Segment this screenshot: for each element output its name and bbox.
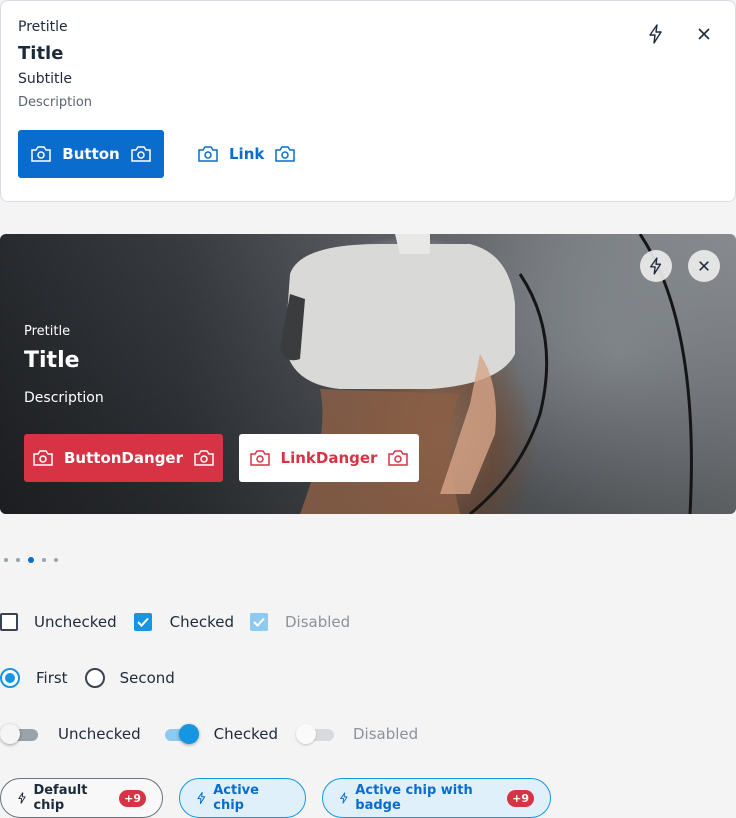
primary-button[interactable]: Button [18,130,164,178]
chip-default[interactable]: Default chip +9 [0,778,163,818]
lightning-icon [18,792,26,804]
card-subtitle: Subtitle [18,71,73,87]
lightning-button[interactable] [640,250,672,282]
lightning-icon [650,257,662,275]
card-pretitle: Pretitle [24,324,71,339]
chip-badge: +9 [507,789,534,807]
pagination-dot[interactable] [4,558,8,562]
camera-icon [198,146,218,162]
switch-thumb [295,724,316,744]
switch-disabled [295,724,334,744]
camera-icon [33,450,53,466]
radio-first[interactable] [0,668,20,688]
switch-label: Unchecked [58,725,141,743]
radio-second[interactable] [84,668,105,688]
camera-icon [31,146,52,162]
switch-group: Unchecked Checked Disabled [0,724,418,744]
card-title: Title [18,43,64,64]
switch-label: Checked [213,725,278,743]
radio-group: First Second [0,668,175,688]
switch-checked[interactable] [161,724,199,744]
info-card: Pretitle Title Subtitle Description Butt… [0,0,736,202]
camera-icon [130,146,151,162]
card-title: Title [24,348,80,373]
close-icon [699,261,709,271]
chip-label: Active chip with badge [355,783,473,813]
danger-link-label: LinkDanger [280,449,378,467]
camera-icon [388,450,409,466]
radio-label: Second [119,669,175,687]
chip-active[interactable]: Active chip [179,778,306,818]
image-card-content: Pretitle Title Description ButtonDanger … [0,234,736,514]
chip-label: Default chip [33,783,88,813]
close-button[interactable] [688,18,720,50]
checkbox-checked[interactable] [133,613,152,631]
lightning-icon [649,24,662,44]
checkbox-label: Unchecked [34,613,117,631]
checkbox-unchecked[interactable] [0,613,18,631]
close-button[interactable] [688,250,720,282]
check-icon [136,617,149,627]
card-description: Description [24,390,104,406]
pagination-dot[interactable] [54,558,58,562]
pagination-dot-active[interactable] [28,557,34,563]
pagination-dot[interactable] [42,558,46,562]
image-card: Pretitle Title Description ButtonDanger … [0,234,736,514]
close-icon [698,28,710,40]
checkbox-disabled [249,613,268,631]
link-button[interactable]: Link [197,130,296,178]
chip-active-with-badge[interactable]: Active chip with badge +9 [322,778,551,818]
chip-label: Active chip [213,783,259,813]
lightning-button[interactable] [640,18,672,50]
checkbox-label: Disabled [284,613,351,631]
chip-badge: +9 [119,789,146,807]
danger-link-button[interactable]: LinkDanger [239,434,419,482]
switch-thumb [0,724,20,744]
pagination-dots [0,557,58,563]
switch-label: Disabled [352,725,419,743]
pagination-dot[interactable] [16,558,20,562]
switch-thumb [178,724,199,744]
lightning-icon [340,792,348,804]
switch-unchecked[interactable] [0,724,38,744]
camera-icon [275,146,296,162]
card-pretitle: Pretitle [18,19,68,35]
radio-label: First [36,669,68,687]
camera-icon [249,450,270,466]
primary-button-label: Button [62,145,120,163]
checkbox-label: Checked [169,613,234,631]
lightning-icon [197,791,206,805]
card-description: Description [18,95,93,110]
check-icon [253,617,265,627]
danger-button-label: ButtonDanger [64,449,183,467]
danger-button[interactable]: ButtonDanger [24,434,223,482]
checkbox-group: Unchecked Checked Disabled [0,613,350,631]
link-label: Link [229,145,265,163]
camera-icon [194,450,214,466]
